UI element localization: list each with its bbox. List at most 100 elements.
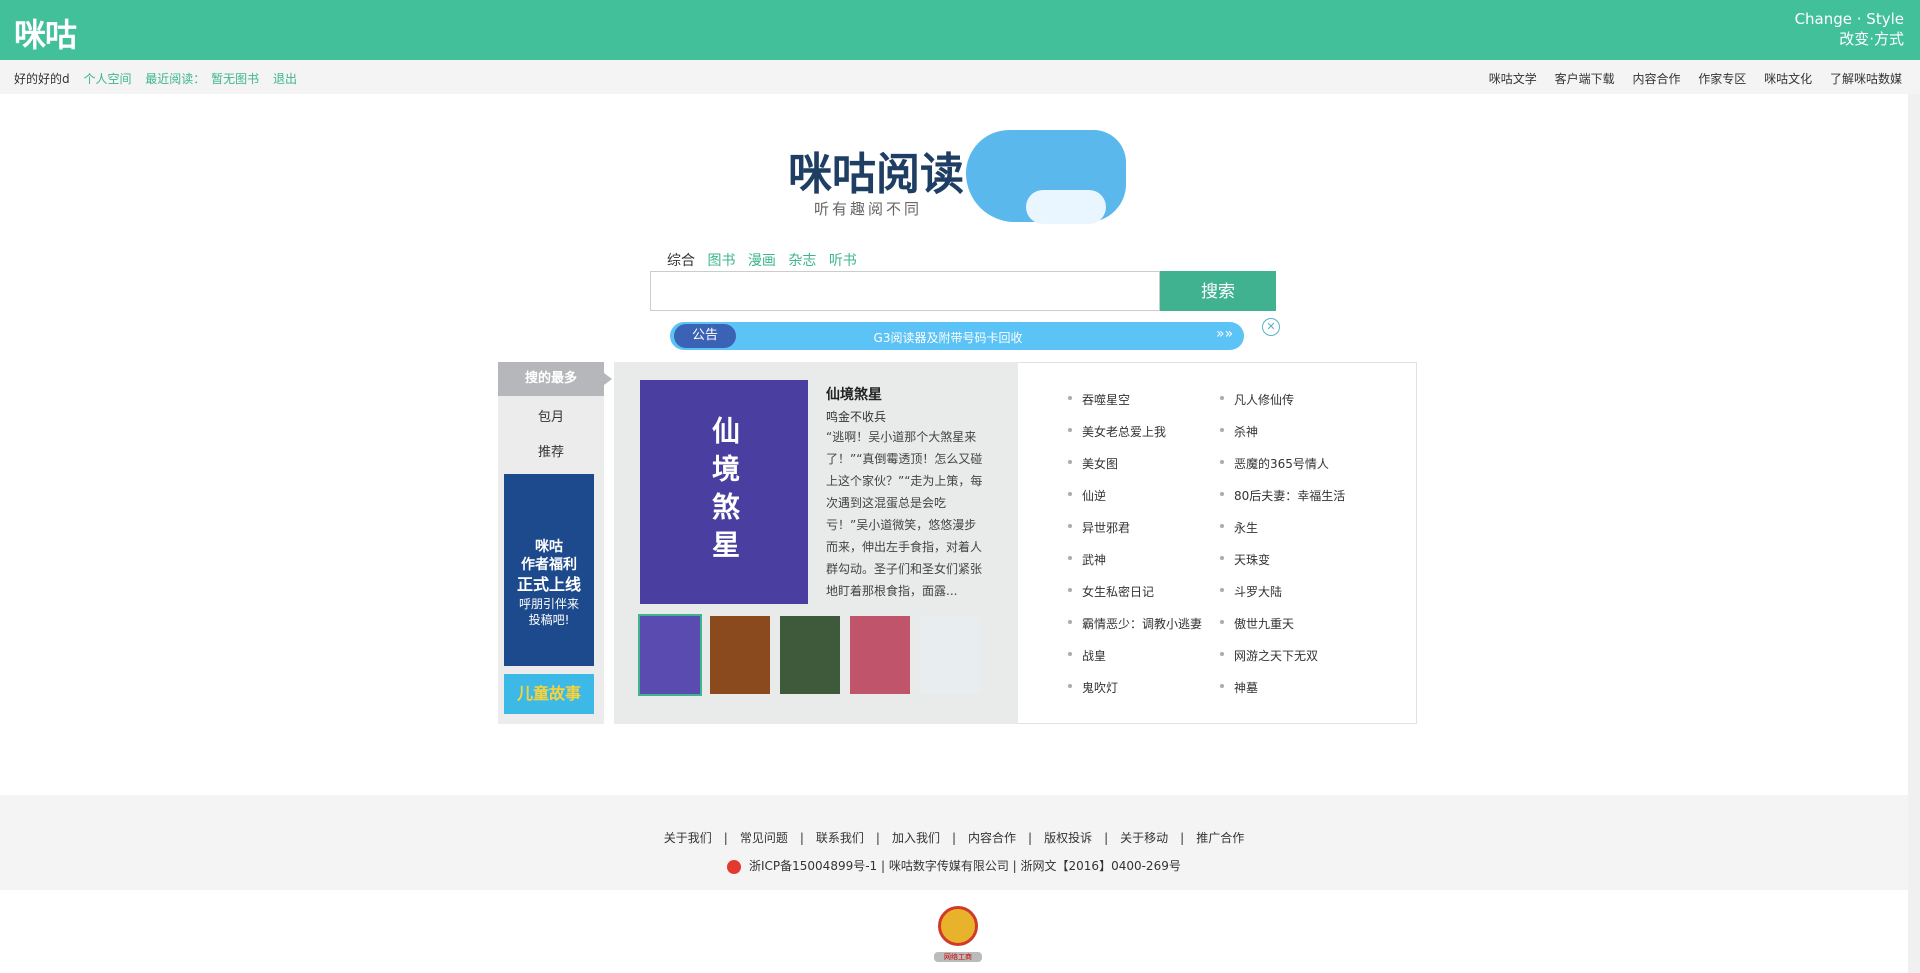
footer-separator: | bbox=[951, 831, 957, 845]
book-title[interactable]: 仙境煞星 bbox=[826, 384, 882, 404]
hot-book-link[interactable]: 网游之天下无双 bbox=[1220, 647, 1345, 679]
hot-list-column: 吞噬星空 美女老总爱上我 美女图 仙逆 异世邪君 武神 女生私密日记 霸情恶少：调教小逃妻 战皇… bbox=[1068, 391, 1202, 711]
brand-slogan: 听有趣阅不同 bbox=[814, 200, 923, 218]
change-style-en: Change · Style bbox=[1794, 10, 1904, 28]
ad-text: 咪咕 bbox=[535, 539, 563, 555]
footer-separator: | bbox=[799, 831, 804, 845]
tab-books[interactable]: 图书 bbox=[707, 253, 735, 269]
footer: 关于我们 | 常见问题 | 联系我们 | 加入我们 | 内容合作 | 版权投诉 | 关于移动 | 推广合作 … bbox=[0, 795, 1908, 890]
hot-book-link[interactable]: 80后夫妻：幸福生活 bbox=[1220, 487, 1345, 519]
hot-book-link[interactable]: 霸情恶少：调教小逃妻 bbox=[1068, 615, 1202, 647]
tab-comics[interactable]: 漫画 bbox=[748, 253, 776, 269]
tab-recommended[interactable]: 推荐 bbox=[498, 441, 604, 460]
username: 好的好的d bbox=[14, 72, 70, 86]
footer-link[interactable]: 版权投诉 bbox=[1044, 831, 1092, 845]
tab-monthly[interactable]: 包月 bbox=[498, 406, 604, 425]
footer-link[interactable]: 推广合作 bbox=[1196, 831, 1244, 845]
hot-book-link[interactable]: 异世邪君 bbox=[1068, 519, 1202, 551]
hot-book-link[interactable]: 恶魔的365号情人 bbox=[1220, 455, 1345, 487]
site-link[interactable]: 客户端下载 bbox=[1555, 72, 1615, 86]
hot-list-column: 凡人修仙传 杀神 恶魔的365号情人 80后夫妻：幸福生活 永生 天珠变 斗罗大陆 傲世九重天… bbox=[1220, 391, 1345, 711]
hot-book-link[interactable]: 天珠变 bbox=[1220, 551, 1345, 583]
emblem-circle bbox=[938, 906, 978, 946]
book-cover[interactable]: 仙境煞星 bbox=[640, 380, 808, 604]
hot-book-link[interactable]: 神墓 bbox=[1220, 679, 1345, 711]
footer-separator: | bbox=[1104, 831, 1109, 845]
site-link[interactable]: 作家专区 bbox=[1698, 72, 1746, 86]
book-author: 鸣金不收兵 bbox=[826, 410, 887, 424]
site-link[interactable]: 咪咕文学 bbox=[1489, 72, 1537, 86]
ad-text: 投稿吧! bbox=[528, 613, 570, 627]
hot-book-link[interactable]: 美女老总爱上我 bbox=[1068, 423, 1202, 455]
hot-book-link[interactable]: 吞噬星空 bbox=[1068, 391, 1202, 423]
ranking-sidebar: 搜的最多 包月 推荐 咪咕 作者福利 正式上线 呼朋引伴来 投稿吧! 儿童故事 bbox=[498, 362, 612, 724]
featured-book-panel: 仙境煞星 仙境煞星 鸣金不收兵 “逃啊！吴小道那个大煞星来了！”“真倒霉透顶！怎… bbox=[614, 362, 1018, 724]
icp-info: 浙ICP备15004899号-1 | 咪咕数字传媒有限公司 | 浙网文【2016… bbox=[0, 857, 1908, 874]
footer-link[interactable]: 加入我们 bbox=[892, 831, 940, 845]
hot-book-list: 吞噬星空 美女老总爱上我 美女图 仙逆 异世邪君 武神 女生私密日记 霸情恶少：调教小逃妻 战皇… bbox=[1018, 362, 1417, 724]
hot-book-link[interactable]: 武神 bbox=[1068, 551, 1202, 583]
ad-text: 正式上线 bbox=[516, 575, 581, 594]
migu-logo[interactable]: 咪咕 bbox=[14, 10, 77, 56]
change-style-toggle[interactable]: Change · Style 改变·方式 bbox=[1795, 9, 1904, 49]
emblem-label: 网络工商 bbox=[934, 952, 982, 962]
brand-mark: 咪咕阅读 bbox=[788, 149, 964, 200]
ad-text: 呼朋引伴来 bbox=[518, 597, 579, 611]
brand-logo: 咪咕阅读 听有趣阅不同 bbox=[788, 128, 1128, 228]
footer-separator: | bbox=[1180, 831, 1185, 845]
notice-banner[interactable]: 公告 G3阅读器及附带号码卡回收 »» ✕ bbox=[660, 318, 1280, 352]
children-stories-ad[interactable]: 儿童故事 bbox=[504, 674, 594, 714]
hot-book-link[interactable]: 仙逆 bbox=[1068, 487, 1202, 519]
ad-text: 作者福利 bbox=[521, 557, 577, 573]
close-icon[interactable]: ✕ bbox=[1262, 318, 1280, 336]
vertical-scrollbar[interactable] bbox=[1908, 94, 1920, 973]
site-link[interactable]: 内容合作 bbox=[1632, 72, 1680, 86]
book-description: “逃啊！吴小道那个大煞星来了！”“真倒霉透顶！怎么又碰上这个家伙？”“走为上策，… bbox=[826, 430, 983, 598]
tab-magazines[interactable]: 杂志 bbox=[788, 253, 816, 269]
change-style-cn: 改变·方式 bbox=[1839, 30, 1904, 48]
book-thumbnail[interactable] bbox=[710, 616, 770, 694]
search-tabs: 综合 图书 漫画 杂志 听书 bbox=[667, 250, 865, 270]
footer-link[interactable]: 关于我们 bbox=[664, 831, 712, 845]
hot-book-link[interactable]: 鬼吹灯 bbox=[1068, 679, 1202, 711]
notice-arrows-icon: »» bbox=[1216, 326, 1234, 342]
book-thumbnail[interactable] bbox=[780, 616, 840, 694]
user-bar: 好的好的d 个人空间 最近阅读： 暂无图书 退出 咪咕文学 客户端下载 内容合作… bbox=[0, 60, 1920, 94]
footer-separator: | bbox=[723, 831, 728, 845]
tab-most-searched[interactable]: 搜的最多 bbox=[498, 362, 612, 396]
book-thumbnail[interactable] bbox=[920, 616, 980, 694]
hot-book-link[interactable]: 永生 bbox=[1220, 519, 1345, 551]
site-link[interactable]: 了解咪咕数媒 bbox=[1830, 72, 1902, 86]
personal-space-link[interactable]: 个人空间 bbox=[83, 72, 131, 86]
footer-link[interactable]: 关于移动 bbox=[1120, 831, 1168, 845]
site-links: 咪咕文学 客户端下载 内容合作 作家专区 咪咕文化 了解咪咕数媒 bbox=[1475, 70, 1902, 87]
footer-separator: | bbox=[875, 831, 880, 845]
notice-text[interactable]: G3阅读器及附带号码卡回收 bbox=[660, 329, 1236, 346]
hot-book-link[interactable]: 傲世九重天 bbox=[1220, 615, 1345, 647]
tab-all[interactable]: 综合 bbox=[667, 253, 695, 269]
footer-link[interactable]: 内容合作 bbox=[968, 831, 1016, 845]
hot-book-link[interactable]: 凡人修仙传 bbox=[1220, 391, 1345, 423]
site-link[interactable]: 咪咕文化 bbox=[1764, 72, 1812, 86]
footer-link[interactable]: 常见问题 bbox=[740, 831, 788, 845]
hot-book-link[interactable]: 女生私密日记 bbox=[1068, 583, 1202, 615]
hot-book-link[interactable]: 斗罗大陆 bbox=[1220, 583, 1345, 615]
book-thumbnail[interactable] bbox=[638, 614, 702, 696]
tab-audiobooks[interactable]: 听书 bbox=[829, 253, 857, 269]
business-license-icon[interactable]: 网络工商 bbox=[934, 906, 982, 962]
hot-book-link[interactable]: 杀神 bbox=[1220, 423, 1345, 455]
book-thumbnail[interactable] bbox=[850, 616, 910, 694]
author-welfare-ad[interactable]: 咪咕 作者福利 正式上线 呼朋引伴来 投稿吧! bbox=[504, 474, 594, 666]
footer-link[interactable]: 联系我们 bbox=[816, 831, 864, 845]
footer-separator: | bbox=[1028, 831, 1033, 845]
footer-links: 关于我们 | 常见问题 | 联系我们 | 加入我们 | 内容合作 | 版权投诉 | 关于移动 | 推广合作 bbox=[0, 829, 1908, 846]
cloud-illustration bbox=[966, 130, 1126, 224]
logout-link[interactable]: 退出 bbox=[273, 72, 297, 86]
hot-book-link[interactable]: 美女图 bbox=[1068, 455, 1202, 487]
icp-text[interactable]: 浙ICP备15004899号-1 | 咪咕数字传媒有限公司 | 浙网文【2016… bbox=[749, 859, 1181, 873]
no-books-link[interactable]: 暂无图书 bbox=[211, 72, 259, 86]
search-input[interactable] bbox=[650, 271, 1160, 311]
hot-book-link[interactable]: 战皇 bbox=[1068, 647, 1202, 679]
recent-read-label: 最近阅读： bbox=[145, 72, 206, 86]
search-button[interactable]: 搜索 bbox=[1160, 271, 1276, 311]
